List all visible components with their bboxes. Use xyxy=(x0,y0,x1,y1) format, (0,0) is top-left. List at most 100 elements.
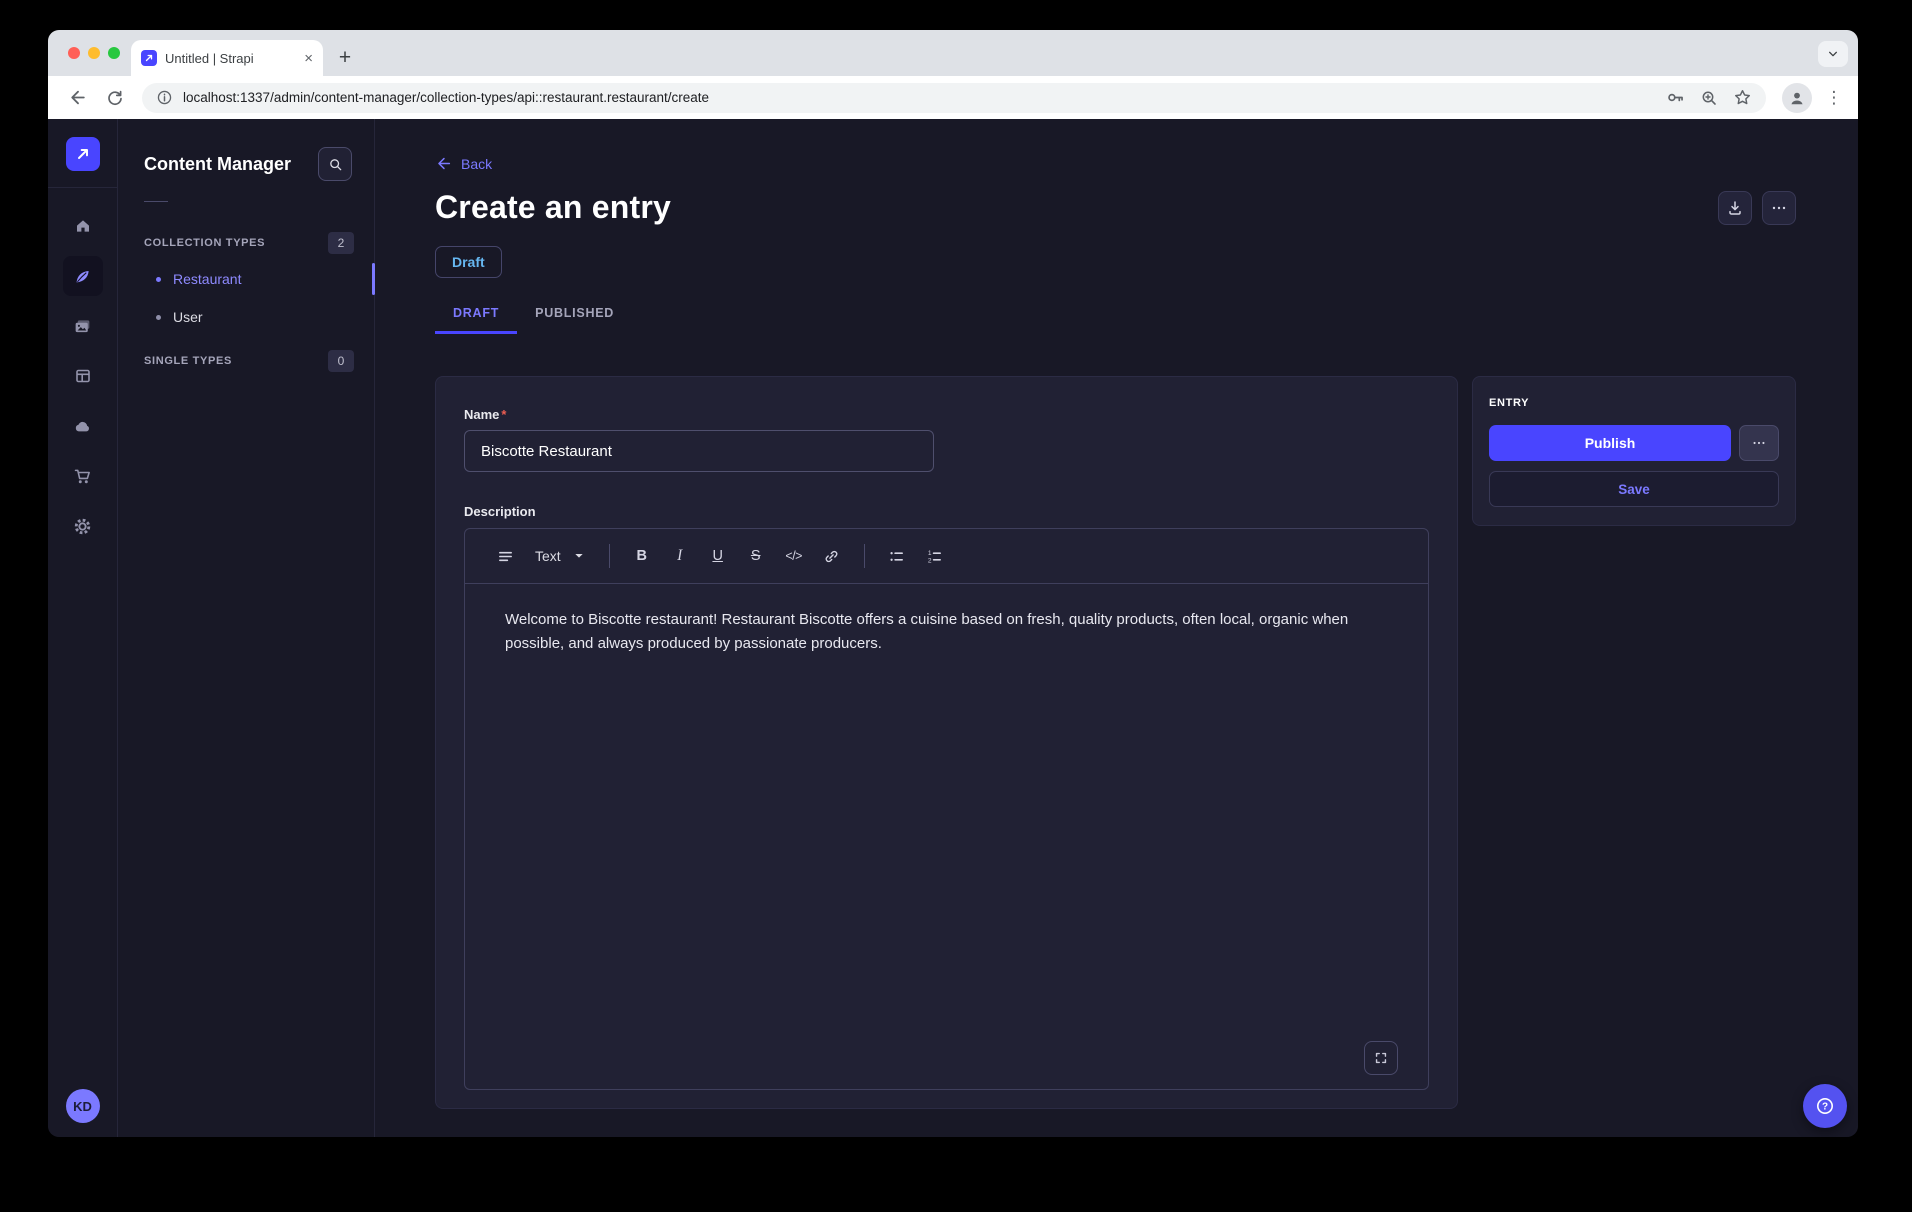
expand-icon xyxy=(1373,1050,1389,1066)
main-content: Back Create an entry Draft DRAFT xyxy=(375,119,1858,1137)
ellipsis-icon xyxy=(1770,199,1788,217)
site-info-icon[interactable] xyxy=(156,89,173,106)
minimize-window-button[interactable] xyxy=(88,47,100,59)
block-format-dropdown[interactable]: Text xyxy=(527,540,593,572)
url-bar[interactable]: localhost:1337/admin/content-manager/col… xyxy=(142,83,1766,113)
help-button[interactable]: ? xyxy=(1803,1084,1847,1128)
expand-editor-button[interactable] xyxy=(1364,1041,1398,1075)
url-text[interactable]: localhost:1337/admin/content-manager/col… xyxy=(183,90,1656,105)
page-title: Create an entry xyxy=(435,189,671,226)
export-button[interactable] xyxy=(1718,191,1752,225)
bullet-list-icon xyxy=(888,548,905,565)
more-actions-button[interactable] xyxy=(1762,191,1796,225)
content-manager-subnav: Content Manager COLLECTION TYPES 2 Resta… xyxy=(118,119,375,1137)
tab-draft[interactable]: DRAFT xyxy=(435,306,517,334)
back-icon[interactable] xyxy=(60,81,94,115)
editor-content[interactable]: Welcome to Biscotte restaurant! Restaura… xyxy=(465,584,1428,1089)
version-tabs: DRAFT PUBLISHED xyxy=(435,306,1796,334)
required-marker: * xyxy=(501,407,506,422)
cloud-icon xyxy=(73,417,92,436)
entry-panel: ENTRY Publish Save xyxy=(1472,376,1796,526)
download-icon xyxy=(1726,199,1744,217)
sidebar-item-user[interactable]: User xyxy=(118,298,374,336)
new-tab-button[interactable]: + xyxy=(331,44,359,72)
reload-icon[interactable] xyxy=(98,81,132,115)
collection-types-count-badge: 2 xyxy=(328,232,354,254)
nav-settings-button[interactable] xyxy=(63,506,103,546)
align-left-icon xyxy=(497,548,514,565)
zoom-window-button[interactable] xyxy=(108,47,120,59)
bookmark-star-icon[interactable] xyxy=(1733,88,1752,107)
numbered-list-icon: 12 xyxy=(926,548,943,565)
nav-rail: KD xyxy=(48,119,118,1137)
description-field-label: Description xyxy=(464,504,1429,519)
entry-panel-title: ENTRY xyxy=(1489,397,1779,409)
gear-icon xyxy=(73,517,92,536)
tab-published[interactable]: PUBLISHED xyxy=(517,306,632,334)
browser-menu-icon[interactable]: ⋮ xyxy=(1822,88,1846,108)
tab-search-button[interactable] xyxy=(1818,41,1848,67)
underline-button[interactable]: U xyxy=(702,540,734,572)
strapi-favicon-icon xyxy=(141,50,157,66)
ellipsis-icon xyxy=(1751,435,1767,451)
layout-icon xyxy=(74,367,92,385)
zoom-in-icon[interactable] xyxy=(1700,89,1718,107)
toolbar-separator xyxy=(609,544,610,568)
strikethrough-button[interactable]: S xyxy=(740,540,772,572)
user-avatar[interactable]: KD xyxy=(66,1089,100,1123)
link-button[interactable] xyxy=(816,540,848,572)
strapi-logo[interactable] xyxy=(66,137,100,171)
sidebar-item-label: Restaurant xyxy=(173,271,241,287)
single-types-count-badge: 0 xyxy=(328,350,354,372)
search-icon xyxy=(328,157,343,172)
browser-profile-avatar[interactable] xyxy=(1782,83,1812,113)
close-tab-icon[interactable]: × xyxy=(304,51,313,66)
question-icon: ? xyxy=(1814,1095,1836,1117)
password-key-icon[interactable] xyxy=(1666,88,1685,107)
publish-button[interactable]: Publish xyxy=(1489,425,1731,461)
traffic-lights xyxy=(68,47,120,59)
save-button[interactable]: Save xyxy=(1489,471,1779,507)
media-library-icon xyxy=(73,317,92,336)
tab-title: Untitled | Strapi xyxy=(165,51,296,66)
editor-toolbar: Text B I U S </> xyxy=(465,529,1428,584)
code-button[interactable]: </> xyxy=(778,540,810,572)
numbered-list-button[interactable]: 12 xyxy=(919,540,951,572)
link-icon xyxy=(823,548,840,565)
nav-deploy-button[interactable] xyxy=(63,406,103,446)
bullet-dot xyxy=(156,277,161,282)
toolbar-separator xyxy=(864,544,865,568)
browser-window: Untitled | Strapi × + localhost:1337/adm… xyxy=(48,30,1858,1137)
paragraph-style-button[interactable] xyxy=(489,540,521,572)
divider xyxy=(144,201,168,202)
bold-button[interactable]: B xyxy=(626,540,658,572)
back-link[interactable]: Back xyxy=(435,155,492,172)
bullet-dot xyxy=(156,315,161,320)
bullet-list-button[interactable] xyxy=(881,540,913,572)
single-types-section: SINGLE TYPES 0 xyxy=(118,344,374,378)
sidebar-item-restaurant[interactable]: Restaurant xyxy=(118,260,374,298)
search-button[interactable] xyxy=(318,147,352,181)
chevron-down-icon xyxy=(573,550,585,562)
nav-marketplace-button[interactable] xyxy=(63,456,103,496)
close-window-button[interactable] xyxy=(68,47,80,59)
feather-icon xyxy=(73,267,92,286)
description-text[interactable]: Welcome to Biscotte restaurant! Restaura… xyxy=(505,608,1388,656)
nav-content-manager-button[interactable] xyxy=(63,256,103,296)
nav-home-button[interactable] xyxy=(63,206,103,246)
status-badge: Draft xyxy=(435,246,502,278)
nav-content-type-builder-button[interactable] xyxy=(63,356,103,396)
entry-more-button[interactable] xyxy=(1739,425,1779,461)
subnav-title: Content Manager xyxy=(144,154,291,175)
name-field-label: Name* xyxy=(464,407,1429,422)
back-arrow-icon xyxy=(435,155,452,172)
section-label: SINGLE TYPES xyxy=(144,355,232,367)
name-field[interactable] xyxy=(464,430,934,472)
browser-tab[interactable]: Untitled | Strapi × xyxy=(131,40,323,76)
home-icon xyxy=(74,217,92,235)
svg-text:?: ? xyxy=(1822,1102,1828,1113)
rich-text-editor: Text B I U S </> xyxy=(464,528,1429,1090)
section-label: COLLECTION TYPES xyxy=(144,237,265,249)
italic-button[interactable]: I xyxy=(664,540,696,572)
nav-media-library-button[interactable] xyxy=(63,306,103,346)
